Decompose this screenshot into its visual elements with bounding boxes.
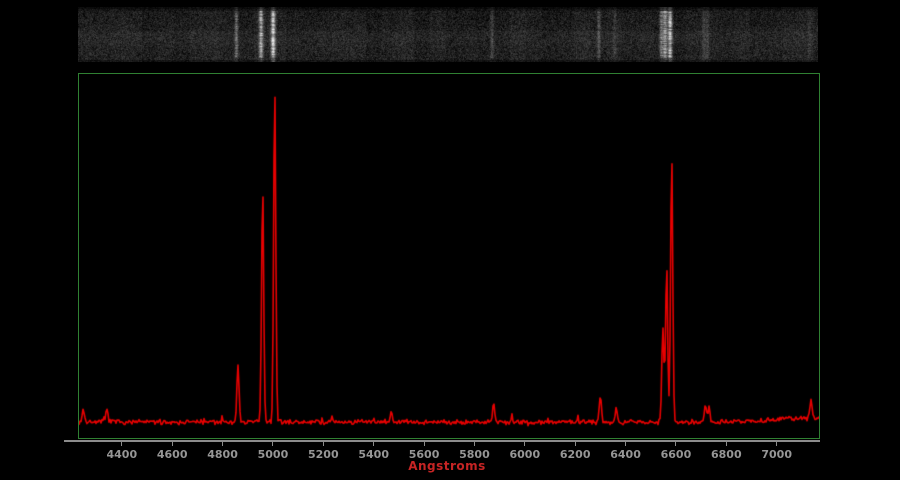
spectrum-2d-strip — [78, 7, 818, 62]
x-axis-tick — [675, 442, 676, 446]
spectrum-plot-canvas[interactable] — [79, 74, 819, 438]
spectrum-plot-frame — [78, 73, 820, 439]
x-tick-label: 6000 — [502, 448, 548, 461]
x-axis-tick — [222, 442, 223, 446]
x-axis-tick — [776, 442, 777, 446]
x-tick-label: 4600 — [149, 448, 195, 461]
x-axis-tick — [726, 442, 727, 446]
x-tick-label: 6200 — [552, 448, 598, 461]
x-tick-label: 4400 — [99, 448, 145, 461]
x-axis-tick — [524, 442, 525, 446]
x-axis-tick — [424, 442, 425, 446]
x-axis-tick — [474, 442, 475, 446]
x-tick-label: 5200 — [300, 448, 346, 461]
x-axis-title: Angstroms — [387, 459, 507, 473]
x-tick-label: 6400 — [603, 448, 649, 461]
spectrum-viewer: 4400460048005000520054005600580060006200… — [0, 0, 900, 480]
x-axis-tick — [323, 442, 324, 446]
x-axis-tick — [172, 442, 173, 446]
x-axis-tick — [575, 442, 576, 446]
x-tick-label: 4800 — [200, 448, 246, 461]
x-tick-label: 7000 — [754, 448, 800, 461]
x-axis-tick — [625, 442, 626, 446]
x-tick-label: 6800 — [703, 448, 749, 461]
x-axis-line — [64, 440, 820, 442]
x-tick-label: 5000 — [250, 448, 296, 461]
x-tick-label: 6600 — [653, 448, 699, 461]
x-axis-tick — [121, 442, 122, 446]
x-axis-tick — [373, 442, 374, 446]
x-axis-tick — [272, 442, 273, 446]
